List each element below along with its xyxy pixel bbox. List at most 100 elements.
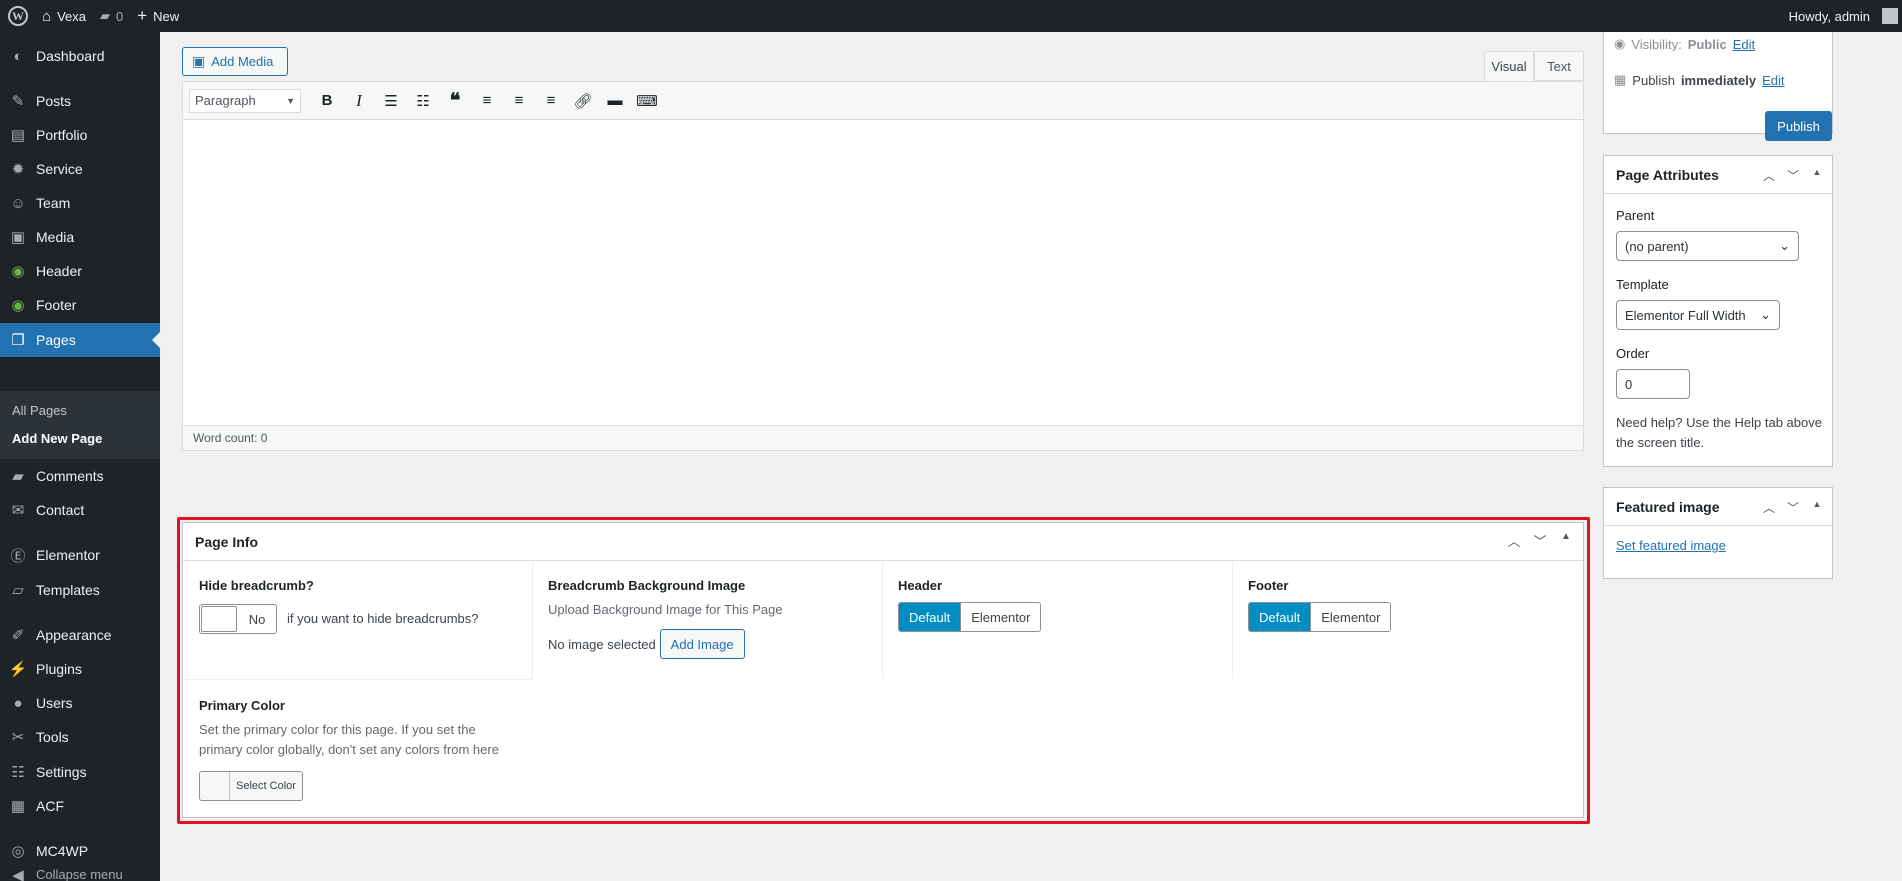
menu-item-comments[interactable]: ▰ Comments xyxy=(0,459,160,493)
move-down-icon[interactable]: ﹀ xyxy=(1782,167,1804,184)
header-segmented-control: Default Elementor xyxy=(898,602,1042,632)
tab-visual[interactable]: Visual xyxy=(1484,51,1534,81)
menu-item-templates[interactable]: ▱ Templates xyxy=(0,573,160,607)
menu-item-pages[interactable]: ❐ Pages xyxy=(0,323,160,357)
header-option-elementor[interactable]: Elementor xyxy=(960,603,1041,631)
media-icon: ▣ xyxy=(192,53,206,69)
align-right-icon: ≡ xyxy=(546,92,556,109)
submenu-add-new-page[interactable]: Add New Page xyxy=(12,431,102,446)
admin-bar: W ⌂ Vexa ▰ 0 + New Howdy, admin xyxy=(0,0,1902,32)
select-color-button[interactable]: Select Color xyxy=(199,771,303,801)
format-select[interactable]: Paragraph ▼ xyxy=(189,88,301,113)
comments-count: 0 xyxy=(115,8,124,24)
menu-item-dashboard[interactable]: ◐ Dashboard xyxy=(0,39,160,73)
menu-item-settings[interactable]: ☷ Settings xyxy=(0,755,160,789)
add-media-button[interactable]: ▣ Add Media xyxy=(182,47,288,76)
menu-label: Footer xyxy=(36,297,77,313)
align-left-button[interactable]: ≡ xyxy=(471,87,503,115)
portfolio-icon: ▤ xyxy=(10,127,26,144)
comments-link[interactable]: ▰ 0 xyxy=(93,0,130,32)
new-label: New xyxy=(153,8,180,24)
read-more-button[interactable]: ▬ xyxy=(599,87,631,115)
menu-label: Service xyxy=(36,161,83,177)
dropdown-arrow-icon: ▼ xyxy=(286,95,295,106)
wp-logo-menu[interactable]: W xyxy=(0,0,35,32)
users-icon: ● xyxy=(13,694,23,712)
menu-item-team[interactable]: ☺ Team xyxy=(0,186,160,220)
numbered-list-button[interactable]: ☷ xyxy=(407,87,439,115)
menu-item-footer[interactable]: ◉ Footer xyxy=(0,288,160,322)
menu-item-elementor[interactable]: Ⓔ Elementor xyxy=(0,538,160,572)
menu-item-users[interactable]: ● Users xyxy=(0,686,160,720)
menu-item-media[interactable]: ▣ Media xyxy=(0,220,160,254)
menu-item-contact[interactable]: ✉ Contact xyxy=(0,493,160,527)
plus-icon: + xyxy=(137,6,148,25)
menu-label: Media xyxy=(36,229,75,245)
mc4wp-icon: ◎ xyxy=(11,843,25,860)
featured-image-title: Featured image xyxy=(1616,498,1720,515)
align-right-button[interactable]: ≡ xyxy=(535,87,567,115)
menu-label: Templates xyxy=(36,582,100,598)
page-attributes-title: Page Attributes xyxy=(1616,166,1719,183)
add-image-button[interactable]: Add Image xyxy=(659,629,745,659)
menu-item-posts[interactable]: ✎ Posts xyxy=(0,84,160,118)
toggle-panel-icon[interactable]: ▲ xyxy=(1555,531,1577,550)
pages-icon: ❐ xyxy=(11,332,25,349)
menu-item-portfolio[interactable]: ▤ Portfolio xyxy=(0,118,160,152)
site-name: Vexa xyxy=(57,8,86,24)
move-down-icon[interactable]: ﹀ xyxy=(1529,531,1551,550)
menu-label: Contact xyxy=(36,502,85,518)
menu-item-acf[interactable]: ▦ ACF xyxy=(0,789,160,823)
settings-icon: ☷ xyxy=(11,764,25,781)
hide-breadcrumb-toggle[interactable]: No xyxy=(199,604,277,634)
publish-button[interactable]: Publish xyxy=(1765,111,1832,141)
move-up-icon[interactable]: ︿ xyxy=(1758,499,1780,516)
visibility-edit-link[interactable]: Edit xyxy=(1733,37,1755,51)
footer-option-default[interactable]: Default xyxy=(1249,603,1311,631)
tab-text[interactable]: Text xyxy=(1534,51,1584,81)
blockquote-button[interactable]: ❝ xyxy=(439,87,471,115)
breadcrumb-bg-desc: Upload Background Image for This Page xyxy=(548,602,783,617)
link-icon: 🔗︎ xyxy=(573,92,593,110)
publish-edit-link[interactable]: Edit xyxy=(1762,73,1784,88)
menu-label: Portfolio xyxy=(36,127,88,143)
menu-item-service[interactable]: ✹ Service xyxy=(0,152,160,186)
page-attributes-metabox: Page Attributes ︿ ﹀ ▲ Parent (no parent)… xyxy=(1603,155,1833,467)
bullet-list-button[interactable]: ☰ xyxy=(375,87,407,115)
header-option-default[interactable]: Default xyxy=(899,603,961,631)
menu-item-appearance[interactable]: ✐ Appearance xyxy=(0,618,160,652)
toggle-panel-icon[interactable]: ▲ xyxy=(1806,167,1828,184)
align-center-button[interactable]: ≡ xyxy=(503,87,535,115)
toggle-panel-icon[interactable]: ▲ xyxy=(1806,499,1828,516)
page-attributes-help: Need help? Use the Help tab above the sc… xyxy=(1616,415,1822,450)
site-name-link[interactable]: ⌂ Vexa xyxy=(35,0,93,32)
menu-label: Settings xyxy=(36,764,87,780)
collapse-menu-button[interactable]: ◀ Collapse menu xyxy=(0,868,160,881)
calendar-icon: ▦ xyxy=(1614,72,1627,87)
toolbar-toggle-button[interactable]: ⌨ xyxy=(631,87,663,115)
move-up-icon[interactable]: ︿ xyxy=(1758,167,1780,184)
menu-item-mc4wp[interactable]: ◎ MC4WP xyxy=(0,834,160,868)
menu-item-tools[interactable]: ✂ Tools xyxy=(0,720,160,754)
editor-text-area[interactable] xyxy=(183,120,1583,426)
menu-item-plugins[interactable]: ⚡ Plugins xyxy=(0,652,160,686)
menu-item-header[interactable]: ◉ Header xyxy=(0,254,160,288)
move-down-icon[interactable]: ﹀ xyxy=(1782,499,1804,516)
parent-select[interactable]: (no parent) ⌄ xyxy=(1616,231,1799,261)
bold-button[interactable]: B xyxy=(311,87,343,115)
elementor-icon: Ⓔ xyxy=(10,547,26,565)
submenu-all-pages[interactable]: All Pages xyxy=(12,403,67,418)
order-label: Order xyxy=(1616,346,1650,361)
order-input[interactable]: 0 xyxy=(1616,369,1690,399)
my-account-link[interactable]: Howdy, admin xyxy=(1782,0,1902,32)
footer-option-elementor[interactable]: Elementor xyxy=(1310,603,1391,631)
italic-button[interactable]: I xyxy=(343,87,375,115)
new-content-link[interactable]: + New xyxy=(130,0,186,32)
accessibility-icon: ☺ xyxy=(10,194,26,212)
move-up-icon[interactable]: ︿ xyxy=(1503,531,1525,550)
template-select[interactable]: Elementor Full Width ⌄ xyxy=(1616,300,1780,330)
menu-label: Comments xyxy=(36,468,104,484)
insert-link-button[interactable]: 🔗︎ xyxy=(567,87,599,115)
set-featured-image-link[interactable]: Set featured image xyxy=(1616,538,1726,553)
bullet-list-icon: ☰ xyxy=(384,92,398,110)
